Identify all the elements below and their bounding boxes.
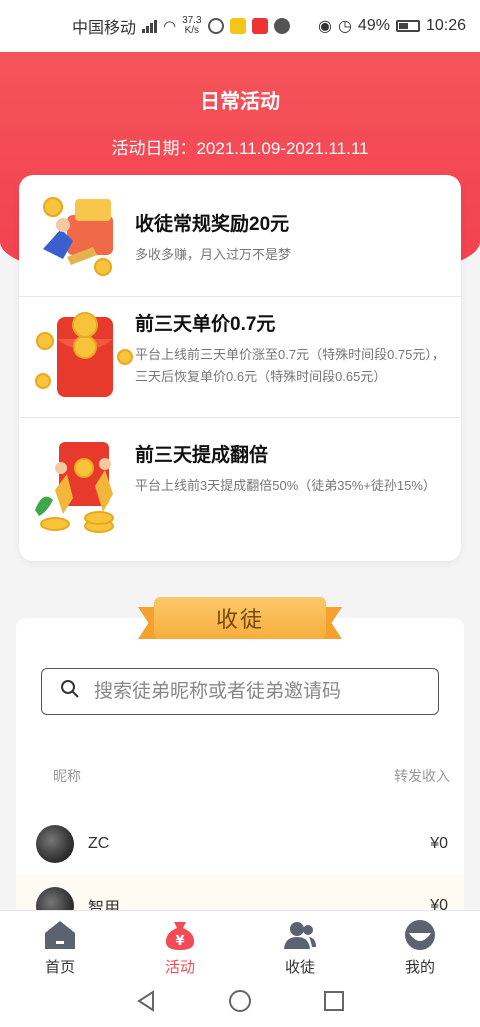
tab-label: 我的 [404,959,435,976]
users-icon [283,919,317,951]
recents-icon[interactable] [323,990,345,1017]
home-nav-icon[interactable] [228,989,252,1018]
promo-description: 平台上线前三天单价涨至0.7元（特殊时间段0.75元），三天后恢复单价0.6元（… [135,347,445,384]
app-notification-icon [251,18,268,34]
promo-description: 平台上线前3天提成翻倍50%（徒弟35%+徒孙15%） [135,478,436,493]
activity-date: 活动日期：2021.11.09-2021.11.11 [111,139,369,158]
tab-invite[interactable]: 收徒 [240,911,360,980]
signal-icon [142,19,158,33]
coin-treasure-illustration [19,197,135,296]
search-icon [60,679,80,704]
promo-item[interactable]: 前三天提成翻倍 平台上线前3天提成翻倍50%（徒弟35%+徒孙15%） [19,417,461,561]
promo-title: 收徒常规奖励20元 [135,214,290,235]
tab-home[interactable]: 首页 [0,911,120,980]
tab-label: 活动 [164,959,195,976]
carrier-label: 中国移动 [72,20,137,37]
celebration-illustration [19,440,135,561]
disciple-row[interactable]: ZC ¥0 [16,813,464,875]
promotions-card: 收徒常规奖励20元 多收多赚，月入过万不是梦 前三天单价0.7元 平台上线前三天… [19,175,461,561]
bottom-tab-bar: 首页 ¥ 活动 收徒 我的 [0,910,480,980]
notification-icon [229,18,246,34]
battery-percent: 49% [357,17,390,34]
clock: 10:26 [425,17,466,34]
money-bag-icon: ¥ [163,919,197,951]
home-icon [43,919,77,951]
promo-description: 多收多赚，月入过万不是梦 [135,247,292,262]
disciple-search[interactable] [41,668,439,715]
tab-label: 收徒 [284,959,315,976]
promo-title: 前三天提成翻倍 [135,445,269,466]
disciple-nickname: ZC [88,835,110,852]
red-envelope-illustration [19,309,135,417]
disciple-income: ¥0 [430,835,448,852]
profile-icon [403,919,437,951]
sync-icon [207,18,224,34]
avatar [36,825,74,863]
promo-item[interactable]: 前三天单价0.7元 平台上线前三天单价涨至0.7元（特殊时间段0.75元），三天… [19,296,461,417]
battery-icon [395,20,420,32]
tab-activity[interactable]: ¥ 活动 [120,911,240,980]
invite-banner: 收徒 [138,597,342,645]
column-header-nickname: 昵称 [53,768,81,784]
tab-profile[interactable]: 我的 [360,911,480,980]
invite-banner-label: 收徒 [154,597,326,639]
status-bar: 中国移动 ◠ 37.3 K/s ◉ ◷ 49% 10:26 [0,0,480,52]
back-icon[interactable] [135,990,157,1017]
column-header-income: 转发收入 [394,768,450,784]
alarm-icon: ◷ [337,18,352,35]
browser-icon [273,18,290,34]
svg-text:¥: ¥ [175,934,184,949]
network-speed: 37.3 K/s [182,15,202,36]
wifi-icon: ◠ [163,18,177,35]
promo-title: 前三天单价0.7元 [135,314,276,335]
tab-label: 首页 [44,959,75,976]
eye-icon: ◉ [317,18,332,35]
search-input[interactable] [94,680,394,703]
system-navigation-bar [0,980,480,1027]
promo-item[interactable]: 收徒常规奖励20元 多收多赚，月入过万不是梦 [19,175,461,296]
page-title: 日常活动 [200,91,280,113]
